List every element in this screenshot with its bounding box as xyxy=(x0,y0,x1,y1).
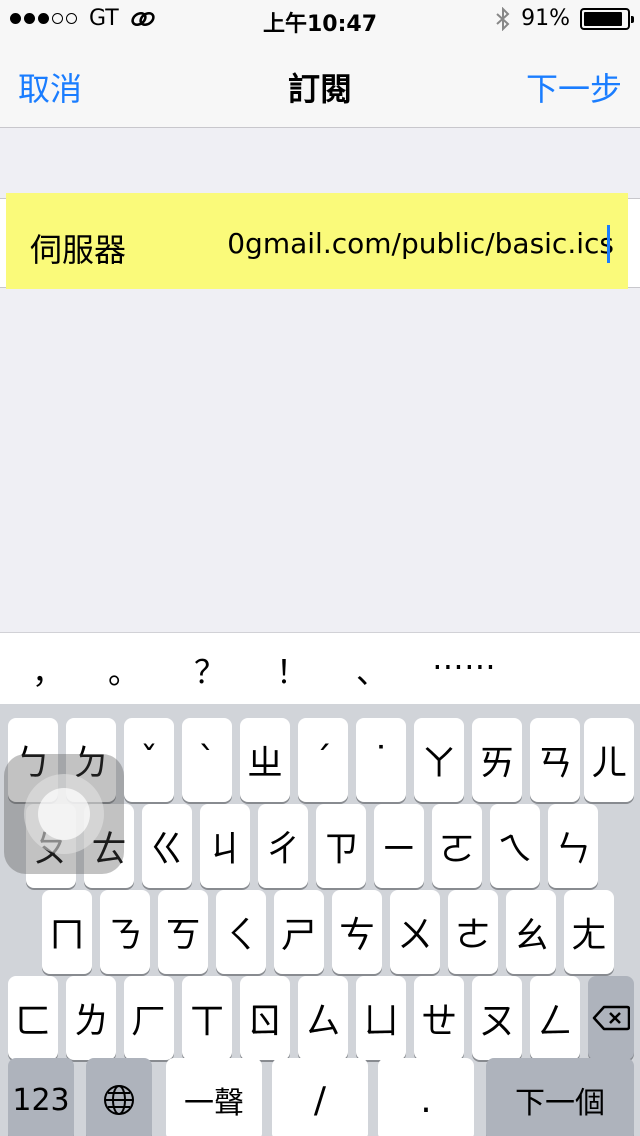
key[interactable]: ㄞ xyxy=(472,718,522,802)
globe-key[interactable] xyxy=(86,1058,152,1136)
key[interactable]: ˊ xyxy=(298,718,348,802)
key[interactable]: ㄏ xyxy=(124,976,174,1060)
server-input[interactable]: 40gmail.com/public/basic.ics xyxy=(226,227,614,260)
key[interactable]: ㄇ xyxy=(42,890,92,974)
key[interactable]: ㄋ xyxy=(100,890,150,974)
key[interactable]: ㄒ xyxy=(182,976,232,1060)
key[interactable]: ㄝ xyxy=(414,976,464,1060)
candidate-comma[interactable]: ， xyxy=(32,647,64,693)
key[interactable]: ㄐ xyxy=(200,804,250,888)
candidate-bar: ， 。 ？ ！ 、 ⋯⋯ xyxy=(0,632,640,704)
globe-icon xyxy=(104,1085,134,1115)
battery-icon xyxy=(580,7,634,30)
key[interactable]: ㄢ xyxy=(530,718,580,802)
key[interactable]: ㄧ xyxy=(374,804,424,888)
key[interactable]: ㄌ xyxy=(66,976,116,1060)
key[interactable]: ㄗ xyxy=(316,804,366,888)
next-key[interactable]: 下一個 xyxy=(486,1058,634,1136)
key[interactable]: ㄛ xyxy=(432,804,482,888)
key[interactable]: ㄎ xyxy=(158,890,208,974)
key[interactable]: ㄤ xyxy=(564,890,614,974)
key[interactable]: ㄕ xyxy=(274,890,324,974)
assistive-touch-button[interactable] xyxy=(4,754,124,874)
candidate-ellipsis[interactable]: ⋯⋯ xyxy=(432,647,496,685)
key[interactable]: ㄣ xyxy=(548,804,598,888)
status-right: 91% xyxy=(495,6,634,31)
key[interactable]: ㄜ xyxy=(448,890,498,974)
key[interactable]: ㄦ xyxy=(584,718,634,802)
key[interactable]: ˋ xyxy=(182,718,232,802)
key[interactable]: ㄑ xyxy=(216,890,266,974)
key[interactable]: ㄨ xyxy=(390,890,440,974)
status-bar: GT 上午10:47 91% xyxy=(0,0,640,40)
delete-icon xyxy=(592,1005,630,1031)
candidate-enumeration-comma[interactable]: 、 xyxy=(356,647,388,693)
key[interactable]: ㄩ xyxy=(356,976,406,1060)
key[interactable]: ㄥ xyxy=(530,976,580,1060)
key[interactable]: ㄡ xyxy=(472,976,522,1060)
key[interactable]: ㄠ xyxy=(506,890,556,974)
candidate-question[interactable]: ？ xyxy=(194,647,226,693)
backspace-button[interactable] xyxy=(588,976,634,1060)
candidate-period[interactable]: 。 xyxy=(108,647,140,693)
key[interactable]: ㄔ xyxy=(258,804,308,888)
battery-percent: 91% xyxy=(521,6,570,31)
key[interactable]: ˇ xyxy=(124,718,174,802)
next-step-button[interactable]: 下一步 xyxy=(526,64,622,110)
key[interactable]: ㄈ xyxy=(8,976,58,1060)
key[interactable]: ㄚ xyxy=(414,718,464,802)
key[interactable]: ㄍ xyxy=(142,804,192,888)
numbers-key[interactable]: 123 xyxy=(8,1058,74,1136)
key[interactable]: ˙ xyxy=(356,718,406,802)
tone1-key[interactable]: 一聲 xyxy=(166,1058,262,1136)
key[interactable]: ㄖ xyxy=(240,976,290,1060)
key[interactable]: ㄙ xyxy=(298,976,348,1060)
key[interactable]: ㄟ xyxy=(490,804,540,888)
slash-key[interactable]: / xyxy=(272,1058,368,1136)
period-key[interactable]: . xyxy=(378,1058,474,1136)
server-label: 伺服器 xyxy=(30,231,127,269)
server-row[interactable]: 伺服器 40gmail.com/public/basic.ics xyxy=(0,193,640,289)
bluetooth-icon xyxy=(496,6,510,31)
server-input-value: 40gmail.com/public/basic.ics xyxy=(226,227,614,260)
candidate-exclamation[interactable]: ！ xyxy=(276,647,308,693)
battery-level xyxy=(584,11,623,26)
key[interactable]: ㄘ xyxy=(332,890,382,974)
key[interactable]: ㄓ xyxy=(240,718,290,802)
navigation-bar: 取消 訂閱 下一步 xyxy=(0,40,640,128)
text-cursor xyxy=(607,225,610,263)
